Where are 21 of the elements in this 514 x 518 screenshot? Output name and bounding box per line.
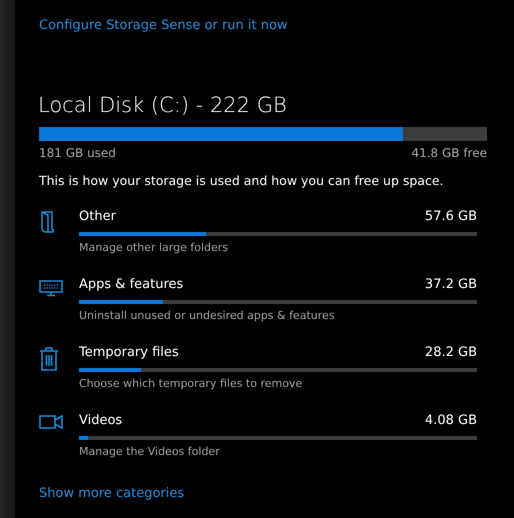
storage-description: This is how your storage is used and how you can free up space.	[39, 173, 444, 188]
disk-title: Local Disk (C:) - 222 GB	[38, 92, 288, 119]
storage-sense-link[interactable]: Configure Storage Sense or run it now	[39, 18, 288, 33]
category-description: Uninstall unused or undesired apps & features	[79, 309, 336, 322]
trash-icon	[39, 346, 59, 372]
show-more-link[interactable]: Show more categories	[39, 486, 184, 501]
category-description: Manage other large folders	[79, 241, 230, 254]
category-name[interactable]: Temporary files	[79, 344, 179, 362]
category-description: Manage the Videos folder	[79, 445, 221, 458]
category-name[interactable]: Videos	[79, 412, 122, 430]
category-size: 28.2 GB	[424, 344, 477, 362]
free-label: 41.8 GB free	[411, 146, 487, 160]
monitor-icon	[39, 278, 63, 298]
category-name[interactable]: Apps & features	[79, 276, 184, 294]
category-description: Choose which temporary files to remove	[79, 377, 304, 390]
used-label: 181 GB used	[39, 146, 116, 160]
category-size: 37.2 GB	[424, 276, 477, 294]
video-camera-icon	[39, 414, 63, 430]
category-name[interactable]: Other	[79, 208, 116, 226]
category-size: 4.08 GB	[424, 412, 477, 430]
category-size: 57.6 GB	[424, 208, 477, 226]
